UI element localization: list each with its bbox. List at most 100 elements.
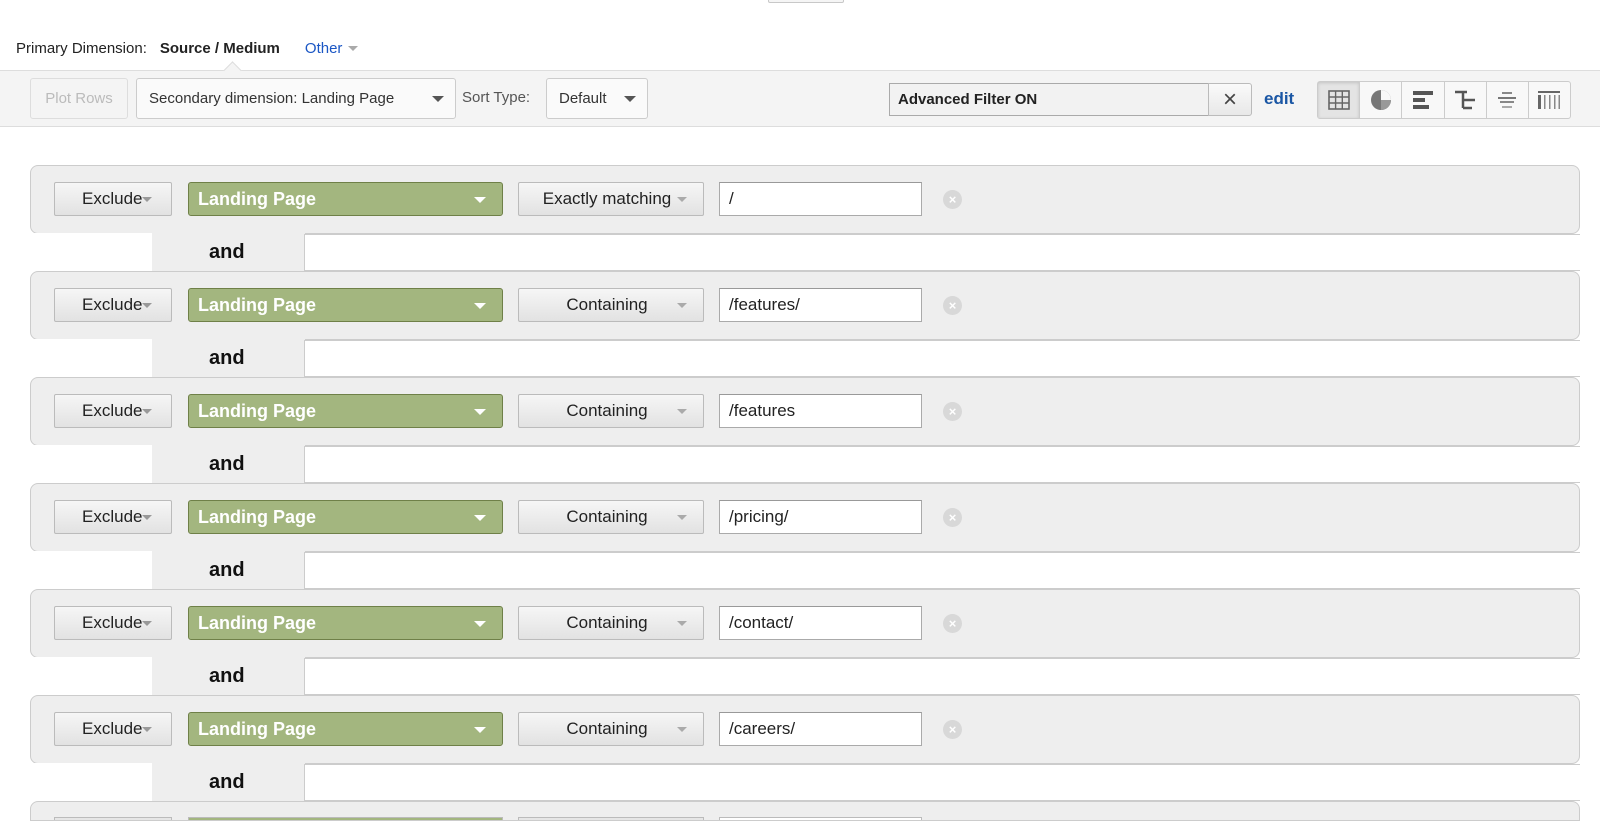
- chevron-down-icon: [142, 514, 153, 520]
- filter-value-input[interactable]: [719, 394, 922, 428]
- remove-condition-icon[interactable]: ×: [943, 720, 962, 739]
- chevron-down-icon: [624, 96, 636, 102]
- secondary-dimension-select[interactable]: Secondary dimension: Landing Page: [136, 78, 456, 119]
- and-label: and: [152, 339, 305, 378]
- and-label: and: [152, 445, 305, 484]
- chevron-down-icon: [142, 196, 153, 202]
- comparison-view-button[interactable]: [1445, 82, 1487, 118]
- include-exclude-select[interactable]: Exclude: [54, 394, 172, 428]
- chevron-down-icon: [474, 621, 486, 627]
- connector-spacer-left: [30, 233, 153, 272]
- pivot-view-button[interactable]: [1529, 82, 1570, 118]
- remove-condition-icon[interactable]: ×: [943, 296, 962, 315]
- dimension-select[interactable]: Landing Page: [188, 606, 503, 640]
- data-table-view-button[interactable]: [1318, 82, 1361, 118]
- pie-chart-icon: [1370, 90, 1391, 110]
- plot-rows-button[interactable]: Plot Rows: [30, 78, 128, 119]
- chevron-down-icon: [474, 303, 486, 309]
- include-exclude-select[interactable]: Exclude: [54, 606, 172, 640]
- match-type-select[interactable]: Containing: [518, 500, 704, 534]
- connector-spacer-right: [304, 234, 1580, 271]
- connector-spacer-right: [304, 340, 1580, 377]
- include-exclude-select[interactable]: Exclude: [54, 712, 172, 746]
- filter-value-input[interactable]: [719, 712, 922, 746]
- connector-spacer-left: [30, 339, 153, 378]
- primary-dimension-source-medium[interactable]: Source / Medium: [160, 40, 280, 57]
- connector-spacer-right: [304, 446, 1580, 483]
- filter-value-input[interactable]: [719, 288, 922, 322]
- match-type-select[interactable]: Containing: [518, 394, 704, 428]
- edit-filter-link[interactable]: edit: [1264, 89, 1294, 109]
- chevron-down-icon: [474, 727, 486, 733]
- chevron-down-icon: [142, 726, 153, 732]
- pivot-table-icon: [1538, 91, 1561, 109]
- filter-condition-row-partial: [30, 801, 1580, 821]
- dimension-label: Landing Page: [198, 294, 317, 315]
- filter-condition-row: Exclude Landing Page Exactly matching ×: [30, 165, 1580, 234]
- chevron-down-icon: [677, 621, 687, 626]
- chevron-down-icon: [474, 515, 486, 521]
- primary-dimension-other[interactable]: Other: [305, 40, 359, 57]
- mode-label: Exclude: [82, 189, 143, 208]
- dimension-select[interactable]: Landing Page: [188, 712, 503, 746]
- connector-spacer-left: [30, 551, 153, 590]
- match-type-label: Exactly matching: [542, 189, 672, 208]
- connector-spacer-right: [304, 658, 1580, 695]
- dimension-label: Landing Page: [198, 718, 317, 739]
- filter-value-input[interactable]: [719, 606, 922, 640]
- filter-condition-row: Exclude Landing Page Containing ×: [30, 271, 1580, 340]
- include-exclude-select[interactable]: Exclude: [54, 182, 172, 216]
- other-label: Other: [304, 39, 343, 57]
- mode-label: Exclude: [82, 401, 143, 420]
- filter-condition-row: Exclude Landing Page Containing ×: [30, 589, 1580, 658]
- clear-filter-button[interactable]: ×: [1208, 83, 1252, 116]
- top-edge-button[interactable]: [768, 0, 844, 3]
- close-icon: ×: [1222, 85, 1237, 113]
- remove-condition-icon[interactable]: ×: [943, 508, 962, 527]
- sort-type-label: Sort Type:: [462, 89, 531, 106]
- match-type-label: Containing: [566, 401, 648, 420]
- chevron-down-icon: [677, 515, 687, 520]
- remove-condition-icon[interactable]: ×: [943, 190, 962, 209]
- dimension-select[interactable]: Landing Page: [188, 182, 503, 216]
- include-exclude-select[interactable]: Exclude: [54, 500, 172, 534]
- and-label: and: [152, 657, 305, 696]
- dimension-select[interactable]: Landing Page: [188, 500, 503, 534]
- chevron-down-icon: [474, 409, 486, 415]
- and-connector: and: [0, 233, 1600, 272]
- match-type-label: Containing: [566, 613, 648, 632]
- match-type-select[interactable]: Containing: [518, 288, 704, 322]
- and-connector: and: [0, 551, 1600, 590]
- dimension-label: Landing Page: [198, 612, 317, 633]
- dimension-select[interactable]: Landing Page: [188, 288, 503, 322]
- term-cloud-view-button[interactable]: [1487, 82, 1529, 118]
- performance-view-button[interactable]: [1402, 82, 1445, 118]
- advanced-filter-editor: Exclude Landing Page Exactly matching × …: [0, 165, 1600, 821]
- remove-condition-icon[interactable]: ×: [943, 614, 962, 633]
- mode-label: Exclude: [82, 507, 143, 526]
- chevron-down-icon: [677, 727, 687, 732]
- include-exclude-select[interactable]: Exclude: [54, 288, 172, 322]
- primary-dimension-label: Primary Dimension:: [16, 39, 147, 57]
- match-type-select[interactable]: Containing: [518, 712, 704, 746]
- filter-value-input[interactable]: [719, 500, 922, 534]
- chevron-down-icon: [432, 96, 444, 102]
- dimension-label: Landing Page: [198, 188, 317, 209]
- chevron-down-icon: [474, 197, 486, 203]
- dimension-select[interactable]: Landing Page: [188, 394, 503, 428]
- match-type-select[interactable]: Exactly matching: [518, 182, 704, 216]
- mode-label: Exclude: [82, 719, 143, 738]
- match-type-select[interactable]: Containing: [518, 606, 704, 640]
- advanced-filter-status[interactable]: Advanced Filter ON: [889, 83, 1209, 116]
- sort-type-select[interactable]: Default: [546, 78, 648, 119]
- sort-type-value: Default: [559, 90, 607, 107]
- dimension-label: Landing Page: [198, 506, 317, 527]
- and-label: and: [152, 763, 305, 802]
- remove-condition-icon[interactable]: ×: [943, 402, 962, 421]
- connector-spacer-left: [30, 657, 153, 696]
- match-type-label: Containing: [566, 719, 648, 738]
- percentage-view-button[interactable]: [1360, 82, 1403, 118]
- and-connector: and: [0, 445, 1600, 484]
- and-connector: and: [0, 657, 1600, 696]
- filter-value-input[interactable]: [719, 182, 922, 216]
